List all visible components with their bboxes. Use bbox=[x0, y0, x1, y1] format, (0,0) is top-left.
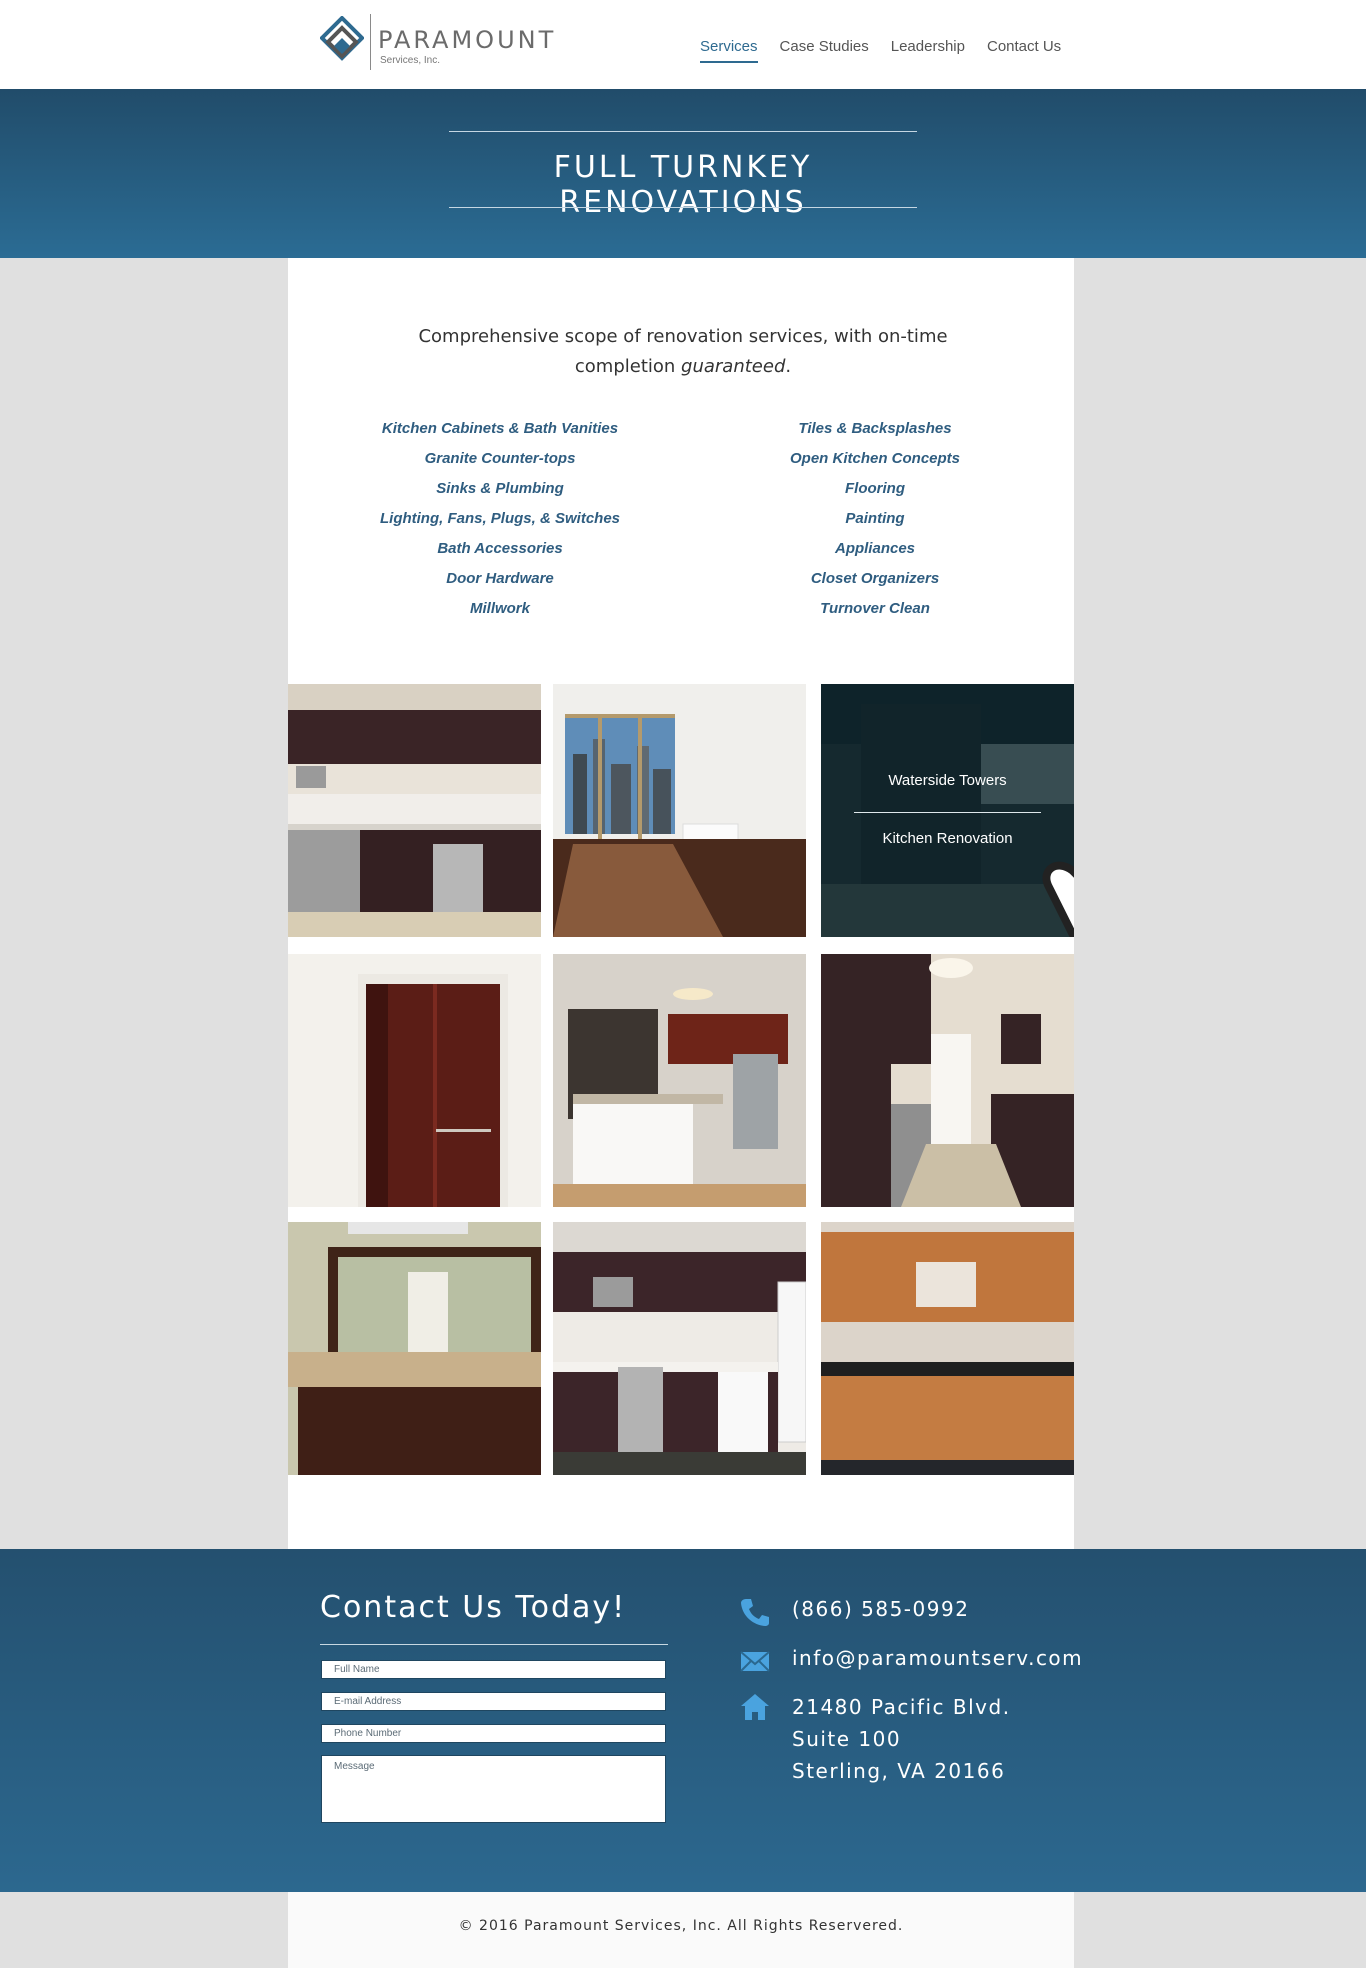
phone-input[interactable] bbox=[321, 1724, 666, 1743]
brand-name: PARAMOUNT bbox=[378, 26, 557, 54]
address-line-2: Suite 100 bbox=[792, 1727, 902, 1751]
gallery-image-kitchen-wood-cabinets[interactable] bbox=[821, 1222, 1074, 1475]
gallery-image-kitchen-dark-hovered[interactable]: Waterside Towers Kitchen Renovation bbox=[821, 684, 1074, 937]
hand-cursor-icon bbox=[1042, 861, 1074, 937]
message-textarea[interactable] bbox=[321, 1755, 666, 1823]
phone-link[interactable]: (866) 585-0992 bbox=[792, 1597, 969, 1621]
service-item: Painting bbox=[845, 510, 905, 527]
gallery-image-kitchen-dark-cabinets[interactable] bbox=[288, 684, 541, 937]
intro-emphasis: guaranteed bbox=[681, 356, 786, 377]
brand-subtitle: Services, Inc. bbox=[380, 55, 441, 66]
service-item: Millwork bbox=[469, 600, 530, 617]
hero-top-rule bbox=[449, 131, 917, 132]
intro-text: Comprehensive scope of renovation servic… bbox=[398, 322, 968, 382]
logo-divider bbox=[370, 14, 371, 70]
address-block: 21480 Pacific Blvd. Suite 100 Sterling, … bbox=[792, 1691, 1011, 1787]
main-nav: Services Case Studies Leadership Contact… bbox=[700, 38, 1061, 63]
contact-title-rule bbox=[320, 1644, 668, 1645]
nav-contact-us[interactable]: Contact Us bbox=[987, 38, 1061, 63]
gallery-image-kitchen-white-appliances[interactable] bbox=[553, 1222, 806, 1475]
contact-title: Contact Us Today! bbox=[320, 1590, 627, 1625]
email-link[interactable]: info@paramountserv.com bbox=[792, 1646, 1083, 1670]
service-item: Bath Accessories bbox=[437, 540, 563, 557]
service-item: Closet Organizers bbox=[810, 570, 940, 587]
home-icon bbox=[741, 1694, 769, 1720]
address-line-1: 21480 Pacific Blvd. bbox=[792, 1695, 1011, 1719]
services-list-left: Kitchen Cabinets & Bath Vanities Granite… bbox=[350, 418, 650, 628]
gallery-image-bathroom-vanity[interactable] bbox=[288, 1222, 541, 1475]
service-item: Turnover Clean bbox=[820, 600, 930, 617]
service-item: Lighting, Fans, Plugs, & Switches bbox=[379, 510, 621, 527]
service-item: Appliances bbox=[834, 540, 916, 557]
site-header: PARAMOUNT Services, Inc. Services Case S… bbox=[0, 0, 1366, 90]
copyright-text: © 2016 Paramount Services, Inc. All Righ… bbox=[458, 1918, 904, 1934]
gallery-image-living-room-city-view[interactable] bbox=[553, 684, 806, 937]
services-list-right: Tiles & Backsplashes Open Kitchen Concep… bbox=[725, 418, 1025, 628]
nav-leadership[interactable]: Leadership bbox=[891, 38, 965, 63]
service-item: Kitchen Cabinets & Bath Vanities bbox=[381, 420, 619, 437]
envelope-icon bbox=[740, 1651, 770, 1672]
service-item: Tiles & Backsplashes bbox=[798, 420, 952, 437]
service-item: Sinks & Plumbing bbox=[436, 480, 564, 497]
nav-services[interactable]: Services bbox=[700, 38, 758, 63]
service-item: Door Hardware bbox=[446, 570, 554, 587]
page-title: FULL TURNKEY RENOVATIONS bbox=[553, 150, 813, 220]
full-name-input[interactable] bbox=[321, 1660, 666, 1679]
brand-logo[interactable]: PARAMOUNT Services, Inc. bbox=[320, 14, 560, 70]
gallery-image-galley-kitchen[interactable] bbox=[821, 954, 1074, 1207]
gallery-image-closet-doors[interactable] bbox=[288, 954, 541, 1207]
nav-case-studies[interactable]: Case Studies bbox=[780, 38, 869, 63]
diamond-logo-icon bbox=[320, 16, 364, 61]
gallery-image-open-kitchen-island[interactable] bbox=[553, 954, 806, 1207]
address-line-3: Sterling, VA 20166 bbox=[792, 1759, 1006, 1783]
phone-icon bbox=[741, 1599, 769, 1626]
service-item: Granite Counter-tops bbox=[424, 450, 576, 467]
contact-section bbox=[0, 1549, 1366, 1892]
service-item: Flooring bbox=[845, 480, 905, 497]
intro-suffix: . bbox=[785, 356, 792, 377]
service-item: Open Kitchen Concepts bbox=[789, 450, 961, 467]
hero-bottom-rule bbox=[449, 207, 917, 208]
email-input[interactable] bbox=[321, 1692, 666, 1711]
